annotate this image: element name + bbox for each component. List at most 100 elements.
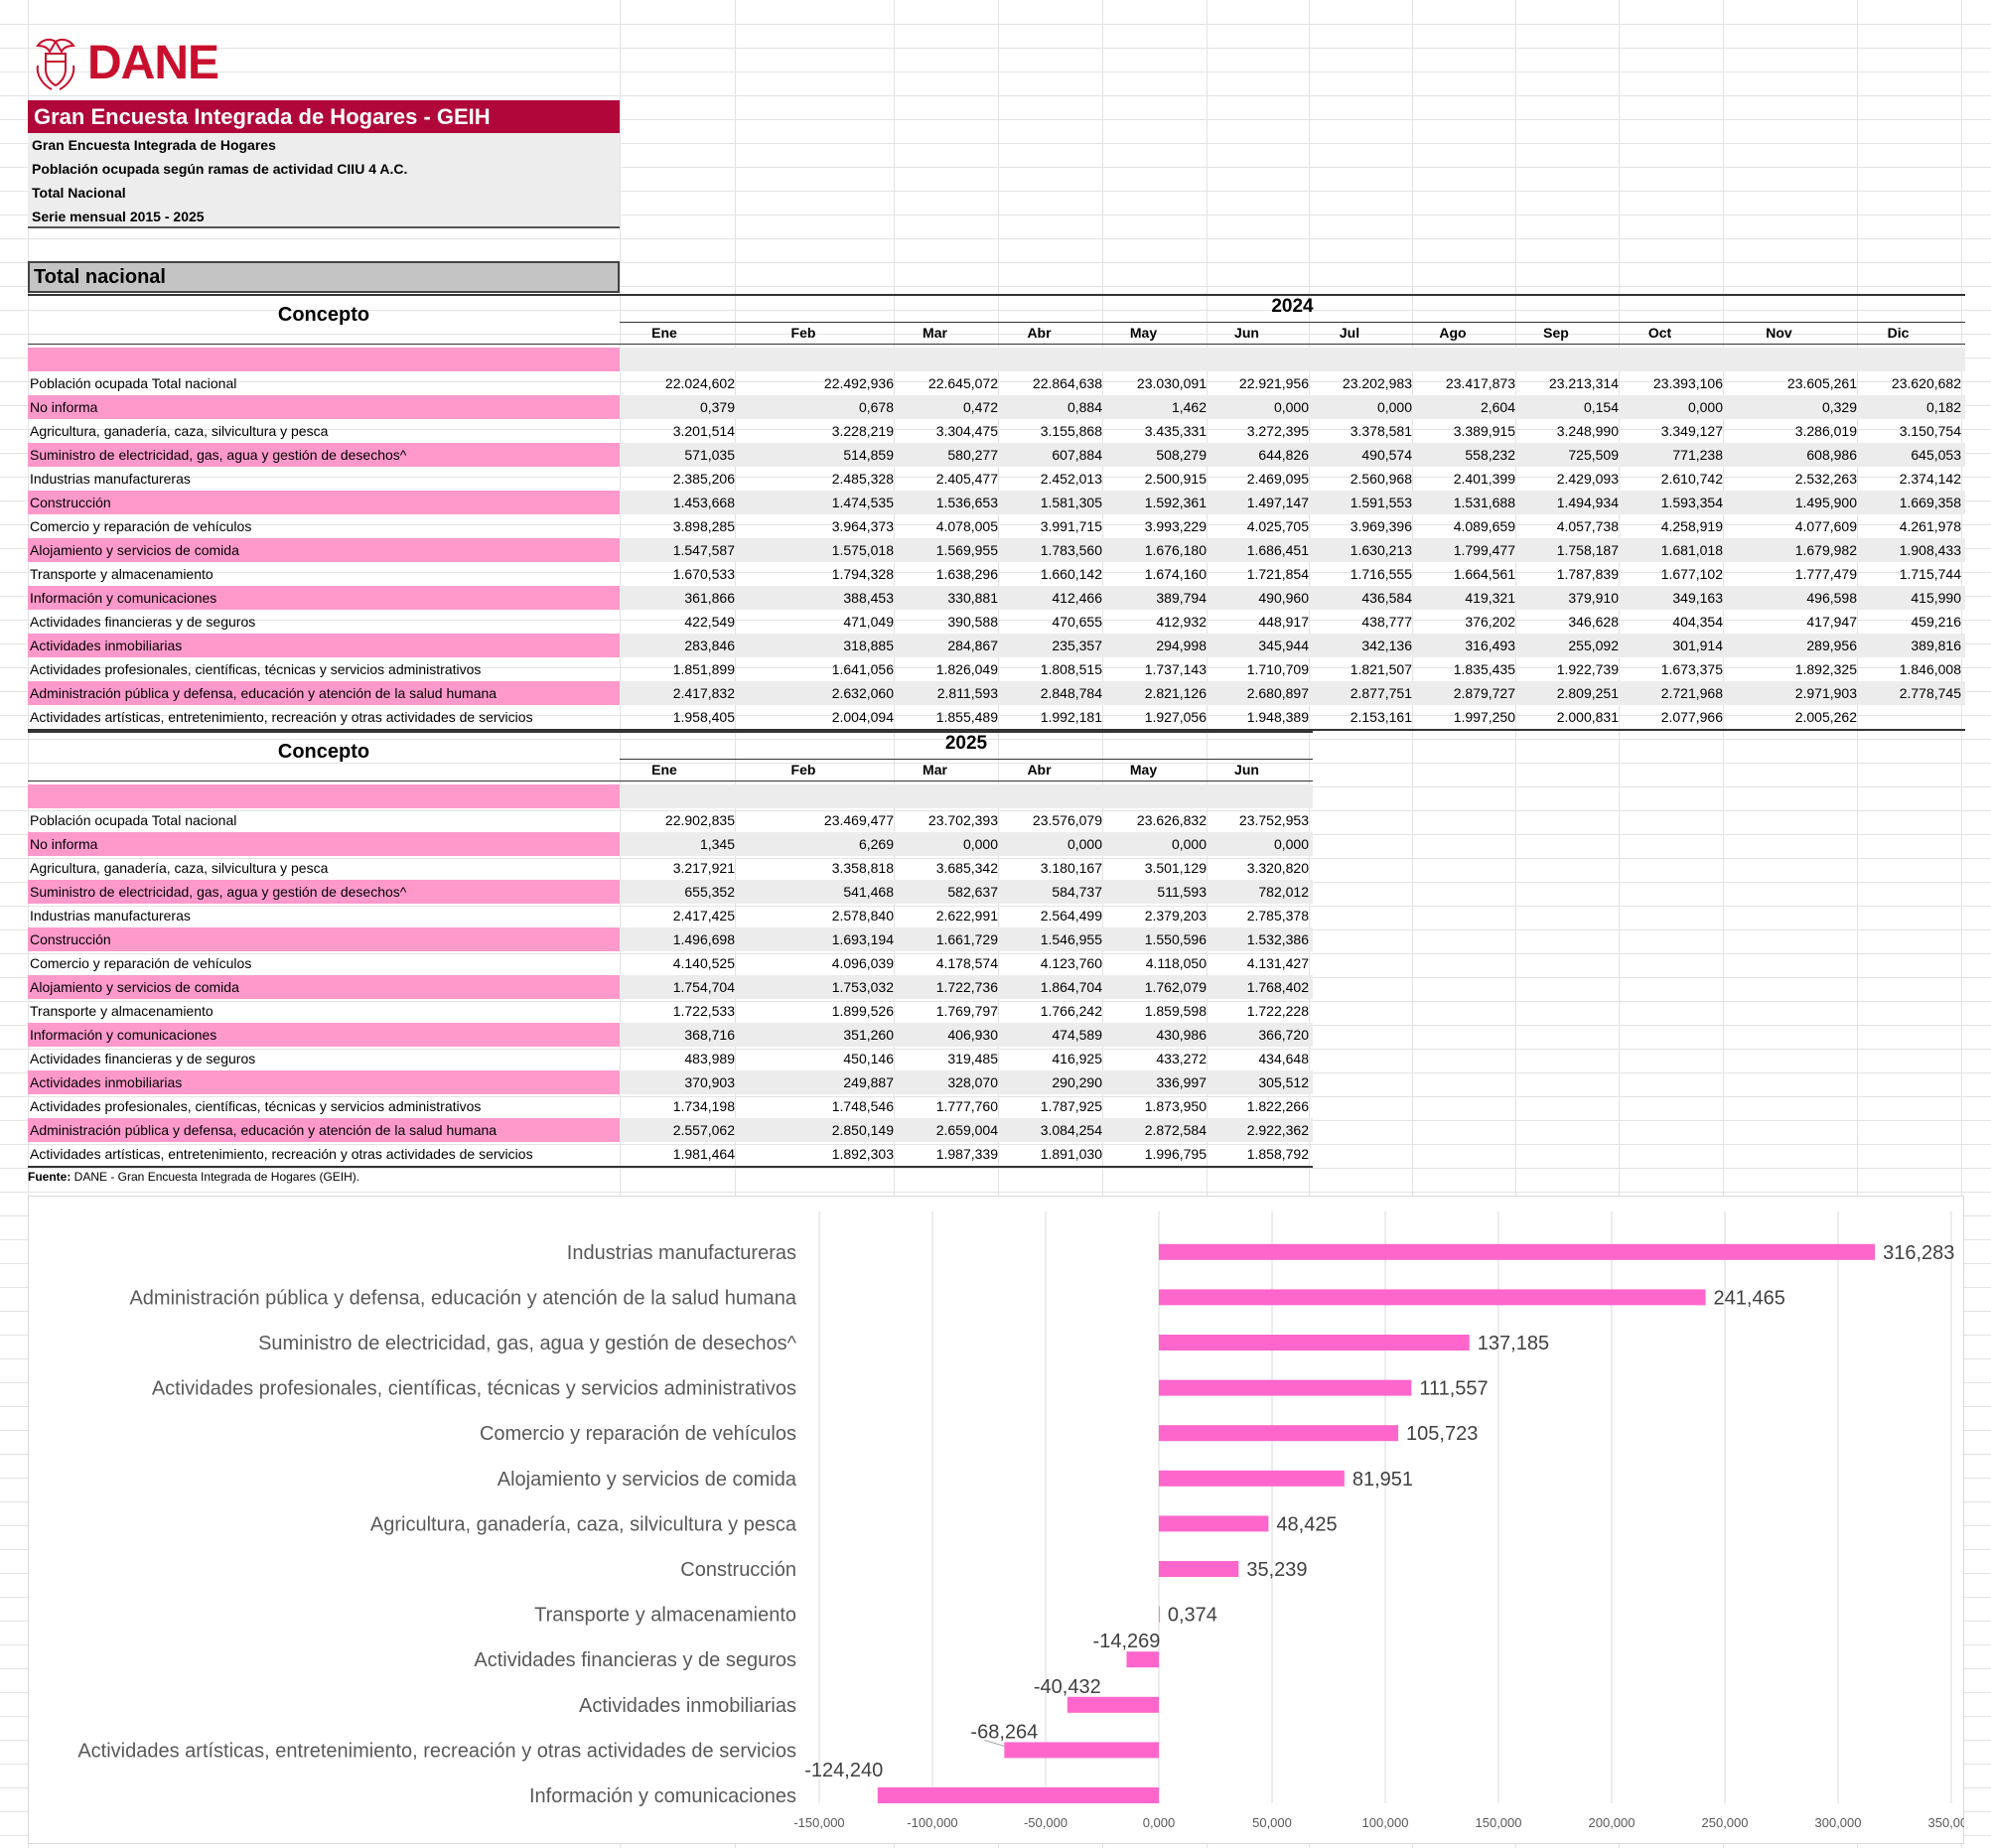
category-label: Administración pública y defensa, educac… bbox=[129, 1287, 796, 1309]
table-row: Actividades artísticas, entretenimiento,… bbox=[28, 705, 1965, 729]
month-header: Ene bbox=[651, 762, 677, 778]
data-label: 316,283 bbox=[1883, 1242, 1954, 1264]
cell-value: 22.645,072 bbox=[927, 375, 998, 391]
cell-value: 1.664,561 bbox=[1453, 566, 1515, 582]
cell-value: 22.902,835 bbox=[664, 812, 735, 828]
subtitle-line: Gran Encuesta Integrada de Hogares bbox=[32, 137, 276, 153]
table-row: Suministro de electricidad, gas, agua y … bbox=[28, 443, 1965, 467]
cell-value: 1.734,198 bbox=[672, 1098, 735, 1114]
cell-value: 390,588 bbox=[947, 614, 998, 630]
subtitle-line: Población ocupada según ramas de activid… bbox=[32, 161, 408, 177]
cell-value: 1.808,515 bbox=[1040, 661, 1102, 677]
cell-value: 328,070 bbox=[947, 1074, 998, 1090]
table-row: Población ocupada Total nacional 22.024,6… bbox=[28, 371, 1965, 395]
cell-value: 0,329 bbox=[1821, 399, 1857, 415]
cell-value: 316,493 bbox=[1465, 638, 1515, 653]
table-row: Población ocupada Total nacional 22.902,8… bbox=[28, 808, 1313, 832]
cell-value: 379,910 bbox=[1568, 590, 1619, 606]
cell-value: 1.892,303 bbox=[831, 1146, 894, 1162]
empty-band-values bbox=[620, 784, 1313, 808]
table-row: Administración pública y defensa, educac… bbox=[28, 681, 1965, 705]
cell-value: 1.722,533 bbox=[672, 1003, 735, 1019]
cell-value: 22.864,638 bbox=[1032, 375, 1102, 391]
cell-value: 1.641,056 bbox=[831, 661, 894, 677]
cell-value: 1.453,668 bbox=[672, 495, 735, 510]
cell-value: 0,884 bbox=[1067, 399, 1102, 415]
table-row: Información y comunicaciones 361,866 388,4… bbox=[28, 586, 1965, 610]
cell-value: 6,269 bbox=[858, 836, 894, 852]
month-header: Feb bbox=[790, 762, 816, 778]
month-header: Mar bbox=[923, 325, 947, 341]
cell-value: 3.155,868 bbox=[1040, 423, 1102, 439]
cell-value: 1.686,451 bbox=[1246, 542, 1309, 558]
cell-value: 0,472 bbox=[962, 399, 998, 415]
table-row: Comercio y reparación de vehículos 3.898,… bbox=[28, 514, 1965, 538]
row-label: Actividades inmobiliarias bbox=[28, 634, 620, 657]
cell-value: 23.576,079 bbox=[1032, 812, 1102, 828]
cell-value: 412,466 bbox=[1052, 590, 1102, 606]
cell-value: 1.892,325 bbox=[1794, 661, 1857, 677]
cell-value: 4.140,525 bbox=[672, 955, 735, 971]
data-label: 48,425 bbox=[1276, 1513, 1337, 1535]
month-underline bbox=[28, 344, 1965, 345]
cell-value: 514,859 bbox=[843, 447, 894, 463]
month-header: Ago bbox=[1439, 325, 1467, 341]
row-label: Transporte y almacenamiento bbox=[30, 1003, 213, 1019]
x-tick-label: -150,000 bbox=[793, 1815, 844, 1830]
row-label: Actividades financieras y de seguros bbox=[30, 614, 256, 630]
table-row: Construcción 1.496,698 1.693,194 1.661,729 1… bbox=[28, 927, 1313, 951]
cell-value: 345,944 bbox=[1258, 638, 1309, 653]
cell-value: 1.674,160 bbox=[1144, 566, 1207, 582]
cell-value: 2.405,477 bbox=[935, 471, 998, 487]
cell-value: 2.374,142 bbox=[1899, 471, 1961, 487]
cell-value: 1.536,653 bbox=[935, 495, 998, 510]
table-row: Alojamiento y servicios de comida 1.547,5… bbox=[28, 538, 1965, 562]
cell-value: 1.846,008 bbox=[1899, 661, 1961, 677]
cell-value: 645,053 bbox=[1911, 447, 1961, 463]
grid-row-line bbox=[0, 95, 1991, 96]
cell-value: 1.715,744 bbox=[1899, 566, 1961, 582]
cell-value: 1.748,546 bbox=[831, 1098, 894, 1114]
data-label: 241,465 bbox=[1714, 1287, 1785, 1309]
cell-value: 351,260 bbox=[843, 1027, 894, 1043]
cell-value: 1.737,143 bbox=[1144, 661, 1207, 677]
cell-value: 22.024,602 bbox=[664, 375, 735, 391]
row-label: Construcción bbox=[28, 491, 620, 514]
cell-value: 1.679,982 bbox=[1794, 542, 1857, 558]
data-label: -14,269 bbox=[1093, 1631, 1161, 1652]
cell-value: 1.987,339 bbox=[935, 1146, 998, 1162]
row-label: Suministro de electricidad, gas, agua y … bbox=[28, 443, 620, 467]
cell-value: 1.677,102 bbox=[1660, 566, 1723, 582]
source-text: DANE - Gran Encuesta Integrada de Hogare… bbox=[71, 1170, 360, 1184]
x-tick-label: 300,000 bbox=[1815, 1815, 1862, 1830]
cell-value: 3.201,514 bbox=[672, 423, 735, 439]
row-label: Actividades artísticas, entretenimiento,… bbox=[30, 1146, 533, 1162]
cell-value: 459,216 bbox=[1911, 614, 1961, 630]
cell-value: 1.777,760 bbox=[935, 1098, 998, 1114]
cell-value: 2.469,095 bbox=[1246, 471, 1309, 487]
cell-value: 349,163 bbox=[1672, 590, 1723, 606]
cell-value: 1.766,242 bbox=[1040, 1003, 1102, 1019]
cell-value: 4.078,005 bbox=[935, 518, 998, 534]
cell-value: 23.393,106 bbox=[1652, 375, 1723, 391]
cell-value: 1.769,797 bbox=[935, 1003, 998, 1019]
cell-value: 448,917 bbox=[1258, 614, 1309, 630]
cell-value: 3.993,229 bbox=[1144, 518, 1207, 534]
table-row: Administración pública y defensa, educac… bbox=[28, 1118, 1313, 1142]
cell-value: 1.864,704 bbox=[1040, 979, 1102, 995]
cell-value: 1.758,187 bbox=[1556, 542, 1619, 558]
cell-value: 2.877,751 bbox=[1350, 685, 1412, 701]
table-row: Transporte y almacenamiento 1.722,533 1.89… bbox=[28, 999, 1313, 1023]
cell-value: 2.971,903 bbox=[1794, 685, 1857, 701]
table-bottom-rule bbox=[28, 1166, 1313, 1168]
bar bbox=[1004, 1742, 1159, 1759]
cell-value: 0,000 bbox=[1376, 399, 1412, 415]
empty-band-values bbox=[620, 348, 1965, 371]
row-label: Alojamiento y servicios de comida bbox=[28, 538, 620, 562]
cell-value: 2.532,263 bbox=[1794, 471, 1857, 487]
grid-row-line bbox=[0, 48, 1991, 49]
cell-value: 1.996,795 bbox=[1144, 1146, 1207, 1162]
cell-value: 1.673,375 bbox=[1660, 661, 1723, 677]
row-label: Alojamiento y servicios de comida bbox=[28, 975, 620, 999]
month-header: May bbox=[1129, 762, 1158, 778]
